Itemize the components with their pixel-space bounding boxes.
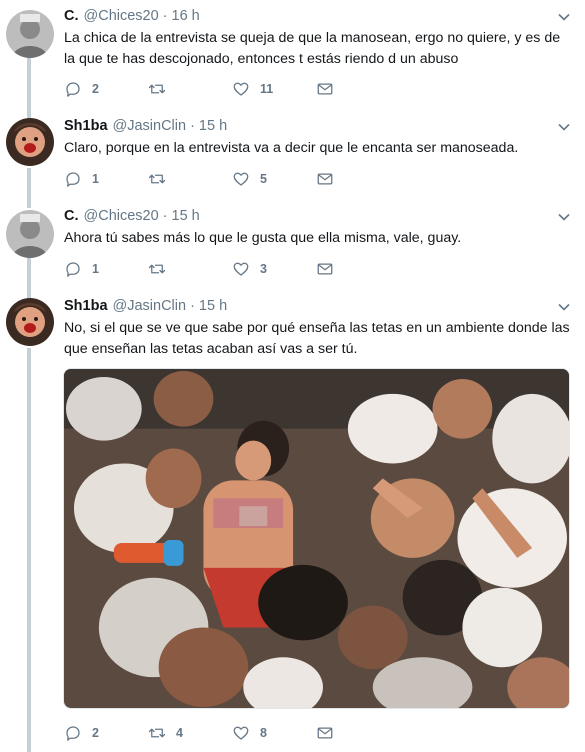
- reply-icon: [66, 262, 80, 277]
- tweet-text: No, si el que se ve que sabe por qué ens…: [64, 320, 570, 357]
- user-handle[interactable]: @JasinClin: [113, 118, 187, 134]
- like-button[interactable]: 8: [232, 724, 316, 742]
- timestamp[interactable]: 15 h: [199, 118, 227, 134]
- retweet-button[interactable]: [148, 80, 232, 98]
- like-count: 11: [260, 82, 274, 96]
- tweet[interactable]: C. @Chices20 · 15 h Ahora tú sabes más l…: [0, 208, 585, 288]
- tweet-actions: 1 3: [64, 260, 400, 278]
- tweet-text: Ahora tú sabes más lo que le gusta que e…: [64, 230, 462, 246]
- reply-button[interactable]: 2: [64, 80, 148, 98]
- reply-button[interactable]: 1: [64, 260, 148, 278]
- tweet-header: C. @Chices20 · 15 h: [64, 208, 200, 228]
- envelope-icon: [317, 727, 333, 739]
- reply-button[interactable]: 2: [64, 724, 148, 742]
- avatar[interactable]: [6, 298, 54, 346]
- reply-icon: [66, 82, 80, 97]
- tweet-actions: 1 5: [64, 170, 400, 188]
- tweet-header: C. @Chices20 · 16 h: [64, 8, 200, 28]
- retweet-button[interactable]: 4: [148, 724, 232, 742]
- reply-icon: [66, 172, 80, 187]
- envelope-icon: [317, 263, 333, 275]
- envelope-icon: [317, 173, 333, 185]
- display-name[interactable]: Sh1ba: [64, 298, 108, 314]
- retweet-button[interactable]: [148, 260, 232, 278]
- tweet-actions: 2 11: [64, 80, 400, 98]
- reply-count: 1: [92, 262, 99, 276]
- chevron-down-icon[interactable]: [557, 120, 571, 134]
- direct-message-button[interactable]: [316, 80, 400, 98]
- user-handle[interactable]: @Chices20: [84, 208, 159, 224]
- chevron-down-icon[interactable]: [557, 10, 571, 24]
- separator-dot: ·: [162, 208, 168, 224]
- reply-icon: [66, 726, 80, 741]
- avatar[interactable]: [6, 118, 54, 166]
- heart-icon: [233, 82, 249, 96]
- chevron-down-icon[interactable]: [557, 210, 571, 224]
- tweet-header: Sh1ba @JasinClin · 15 h: [64, 298, 227, 318]
- display-name[interactable]: Sh1ba: [64, 118, 108, 134]
- retweet-icon: [148, 264, 166, 274]
- separator-dot: ·: [190, 118, 195, 134]
- like-button[interactable]: 11: [232, 80, 316, 98]
- tweet[interactable]: Sh1ba @JasinClin · 15 h Claro, porque en…: [0, 118, 585, 198]
- reply-count: 1: [92, 172, 99, 186]
- like-button[interactable]: 5: [232, 170, 316, 188]
- timestamp[interactable]: 16 h: [172, 8, 200, 24]
- like-count: 8: [260, 726, 267, 740]
- like-button[interactable]: 3: [232, 260, 316, 278]
- reply-button[interactable]: 1: [64, 170, 148, 188]
- reply-count: 2: [92, 726, 99, 740]
- direct-message-button[interactable]: [316, 724, 400, 742]
- separator-dot: ·: [162, 8, 168, 24]
- retweet-count: 4: [176, 726, 183, 740]
- like-count: 3: [260, 262, 267, 276]
- retweet-icon: [148, 84, 166, 94]
- like-count: 5: [260, 172, 267, 186]
- tweet-header: Sh1ba @JasinClin · 15 h: [64, 118, 227, 138]
- separator-dot: ·: [190, 298, 195, 314]
- retweet-icon: [148, 174, 166, 184]
- display-name[interactable]: C.: [64, 208, 79, 224]
- tweet[interactable]: C. @Chices20 · 16 h La chica de la entre…: [0, 8, 585, 103]
- heart-icon: [233, 262, 249, 276]
- retweet-icon: [148, 728, 166, 738]
- chevron-down-icon[interactable]: [557, 300, 571, 314]
- direct-message-button[interactable]: [316, 170, 400, 188]
- user-handle[interactable]: @JasinClin: [113, 298, 187, 314]
- user-handle[interactable]: @Chices20: [84, 8, 159, 24]
- timestamp[interactable]: 15 h: [172, 208, 200, 224]
- tweet-actions: 2 4 8: [64, 724, 400, 742]
- tweet-text: La chica de la entrevista se queja de qu…: [64, 30, 561, 67]
- direct-message-button[interactable]: [316, 260, 400, 278]
- retweet-button[interactable]: [148, 170, 232, 188]
- avatar[interactable]: [6, 10, 54, 58]
- display-name[interactable]: C.: [64, 8, 79, 24]
- avatar[interactable]: [6, 210, 54, 258]
- heart-icon: [233, 172, 249, 186]
- envelope-icon: [317, 83, 333, 95]
- reply-count: 2: [92, 82, 99, 96]
- tweet-photo[interactable]: [63, 368, 570, 709]
- tweet-text: Claro, porque en la entrevista va a deci…: [64, 140, 519, 156]
- timestamp[interactable]: 15 h: [199, 298, 227, 314]
- heart-icon: [233, 726, 249, 740]
